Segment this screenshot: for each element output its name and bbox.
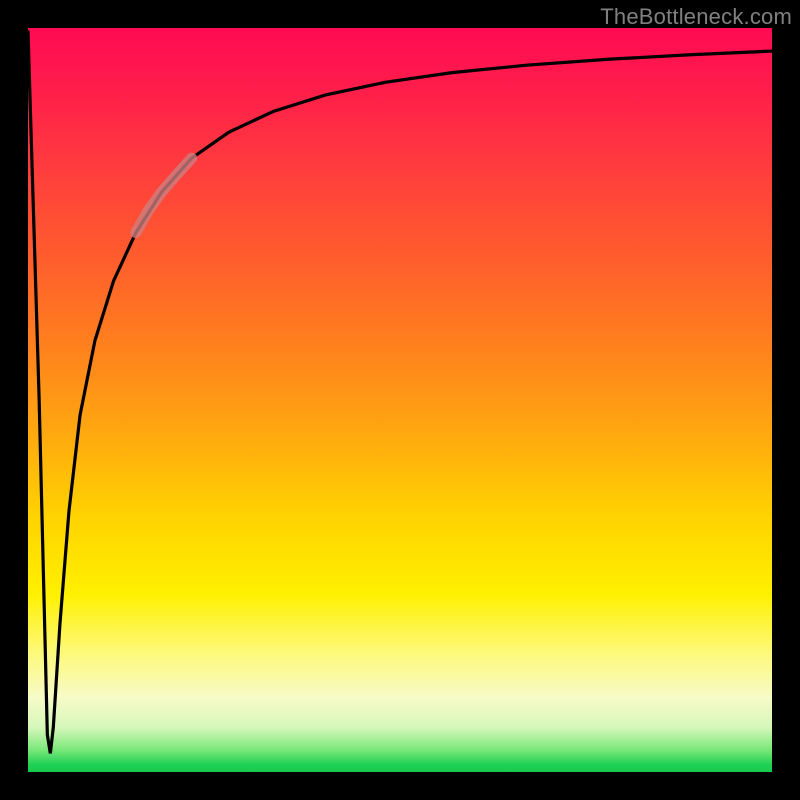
chart-frame: TheBottleneck.com: [0, 0, 800, 800]
watermark-text: TheBottleneck.com: [600, 4, 792, 30]
highlight-segment: [136, 158, 192, 232]
bottleneck-curve: [28, 32, 772, 754]
curve-layer: [28, 28, 772, 772]
plot-area: [28, 28, 772, 772]
